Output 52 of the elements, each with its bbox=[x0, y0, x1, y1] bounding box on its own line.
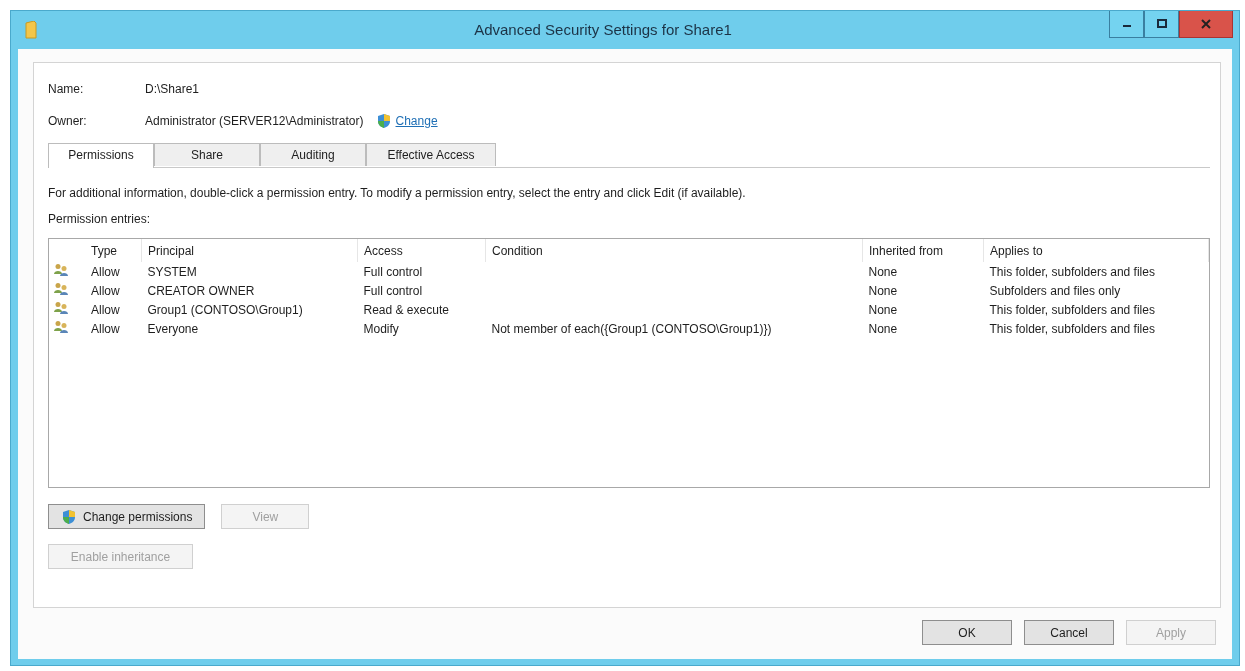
close-icon bbox=[1201, 19, 1211, 29]
table-cell: Allow bbox=[91, 264, 120, 279]
tab[interactable]: Permissions bbox=[48, 143, 154, 168]
field-value: D:\Share1 bbox=[145, 82, 200, 96]
column-header[interactable]: Applies to bbox=[983, 239, 1209, 262]
table-cell: None bbox=[868, 302, 898, 317]
table-cell: This folder, subfolders and files bbox=[989, 264, 1155, 279]
field-value: Administrator (SERVER12\Administrator) bbox=[145, 114, 364, 128]
table-cell: Allow bbox=[91, 321, 120, 336]
table-cell: Group1 (CONTOSO\Group1) bbox=[147, 302, 303, 317]
column-header[interactable]: Inherited from bbox=[862, 239, 984, 262]
window-title: Advanced Security Settings for Share1 bbox=[473, 21, 733, 38]
action-button[interactable]: Change permissions bbox=[48, 504, 206, 529]
column-header[interactable]: Condition bbox=[485, 239, 863, 262]
field-label: Owner: bbox=[48, 114, 88, 128]
field-label: Name: bbox=[48, 82, 85, 96]
table-cell: Full control bbox=[363, 283, 423, 298]
table-cell: SYSTEM bbox=[147, 264, 197, 279]
shield-icon bbox=[375, 113, 392, 129]
maximize-button[interactable] bbox=[1144, 11, 1179, 38]
table-cell: Allow bbox=[91, 283, 120, 298]
table-cell: Read & execute bbox=[363, 302, 449, 317]
users-icon bbox=[53, 320, 69, 334]
description-text: For additional information, double-click a permission entry. To modify a permission entry, select the entry and click Edit (if available). bbox=[48, 186, 747, 202]
table-cell: CREATOR OWNER bbox=[147, 283, 255, 298]
column-header[interactable]: Access bbox=[357, 239, 486, 262]
tab[interactable]: Effective Access bbox=[366, 143, 496, 166]
change-link[interactable]: Change bbox=[395, 114, 438, 128]
table-cell: Subfolders and files only bbox=[989, 283, 1121, 298]
table-cell: None bbox=[868, 283, 898, 298]
table-cell: Modify bbox=[363, 321, 399, 336]
users-icon bbox=[53, 301, 69, 315]
table-cell: None bbox=[868, 321, 898, 336]
table-cell: None bbox=[868, 264, 898, 279]
table-cell: Not member of each({Group1 (CONTOSO\Group1)}) bbox=[491, 321, 772, 336]
dialog-button[interactable]: OK bbox=[922, 620, 1012, 645]
folder-icon bbox=[25, 21, 37, 39]
table-cell: Allow bbox=[91, 302, 120, 317]
close-button[interactable] bbox=[1179, 11, 1233, 38]
users-icon bbox=[53, 263, 69, 277]
tab[interactable]: Share bbox=[154, 143, 260, 166]
entries-label: Permission entries: bbox=[48, 212, 152, 228]
table-cell: Full control bbox=[363, 264, 423, 279]
tab[interactable]: Auditing bbox=[260, 143, 366, 166]
table-cell: Everyone bbox=[147, 321, 199, 336]
column-header[interactable]: Type bbox=[85, 239, 142, 262]
dialog-button[interactable]: Cancel bbox=[1024, 620, 1114, 645]
table-cell: This folder, subfolders and files bbox=[989, 302, 1155, 317]
table-cell: This folder, subfolders and files bbox=[989, 321, 1155, 336]
column-header[interactable]: Principal bbox=[141, 239, 358, 262]
users-icon bbox=[53, 282, 69, 296]
maximize-icon bbox=[1156, 19, 1167, 29]
